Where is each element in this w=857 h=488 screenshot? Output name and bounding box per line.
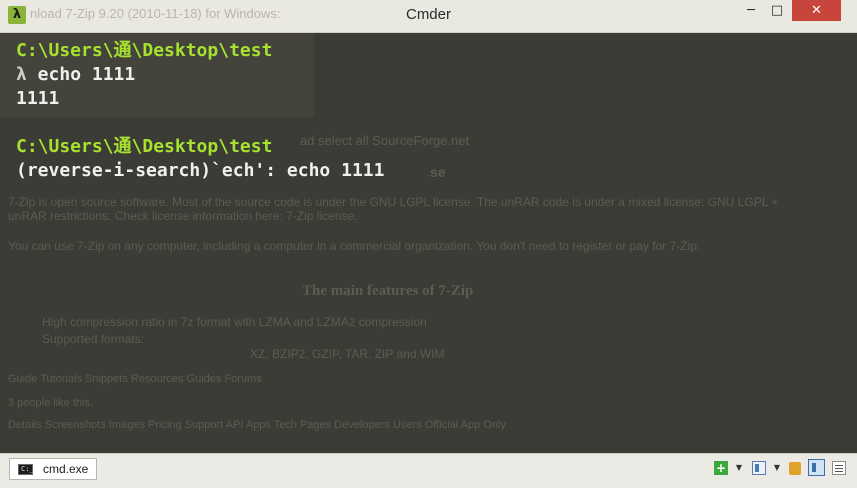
window-title: Cmder <box>405 6 451 23</box>
split-pane-icon[interactable] <box>752 461 766 475</box>
ghost-formats: XZ, BZIP2, GZIP, TAR, ZIP and WIM <box>250 347 445 361</box>
ghost-bullet-1: High compression ratio in 7z format with… <box>42 315 427 329</box>
command-output: 1111 <box>16 88 60 109</box>
prompt-path: C:\Users\通\Desktop\test <box>16 136 273 157</box>
add-console-icon[interactable]: + <box>714 461 728 475</box>
terminal-console[interactable]: ad select all SourceForge.net se 7-Zip i… <box>0 33 857 453</box>
title-bar[interactable]: λ nload 7-Zip 9.20 (2010-11-18) for Wind… <box>0 0 857 33</box>
chevron-down-icon[interactable]: ▼ <box>734 461 744 475</box>
reverse-search-line[interactable]: (reverse-i-search)`ech': echo 1111 <box>16 159 384 183</box>
ghost-bullet-2: Supported formats: <box>42 332 145 346</box>
ghost-text-4: You can use 7-Zip on any computer, inclu… <box>8 239 701 253</box>
lambda-prompt-glyph: λ <box>16 64 27 85</box>
close-button[interactable]: ✕ <box>792 0 841 21</box>
chevron-down-icon[interactable]: ▼ <box>772 461 782 475</box>
lock-icon[interactable] <box>789 462 801 475</box>
ghost-menu-row: Details Screenshots Images Pricing Suppo… <box>8 419 506 431</box>
command-line: λ echo 1111 <box>16 63 135 87</box>
maximize-button[interactable]: □ <box>764 0 790 21</box>
console-icon: C:_ <box>18 464 34 475</box>
tab-bar: C:_ cmd.exe + ▼ ▼ <box>0 453 857 488</box>
minimize-button[interactable]: ─ <box>738 0 764 21</box>
layout-icon[interactable] <box>808 459 825 476</box>
cmder-window: λ nload 7-Zip 9.20 (2010-11-18) for Wind… <box>0 0 857 488</box>
tab-label: cmd.exe <box>43 462 89 476</box>
tab-cmd-exe[interactable]: C:_ cmd.exe <box>9 458 97 480</box>
ghost-tabs-row: Guide Tutorials Snippets Resources Guide… <box>8 373 262 385</box>
ghost-text-2: se <box>430 164 446 180</box>
prompt-path: C:\Users\通\Desktop\test <box>16 40 273 61</box>
menu-icon[interactable] <box>832 461 846 475</box>
ghost-people: 3 people like this. <box>8 397 93 409</box>
ghost-text-3: 7-Zip is open source software. Most of t… <box>8 195 779 223</box>
command-text: echo 1111 <box>26 64 136 85</box>
ghost-heading: The main features of 7-Zip <box>302 283 474 299</box>
ghost-text-1: ad select all SourceForge.net <box>300 133 470 148</box>
